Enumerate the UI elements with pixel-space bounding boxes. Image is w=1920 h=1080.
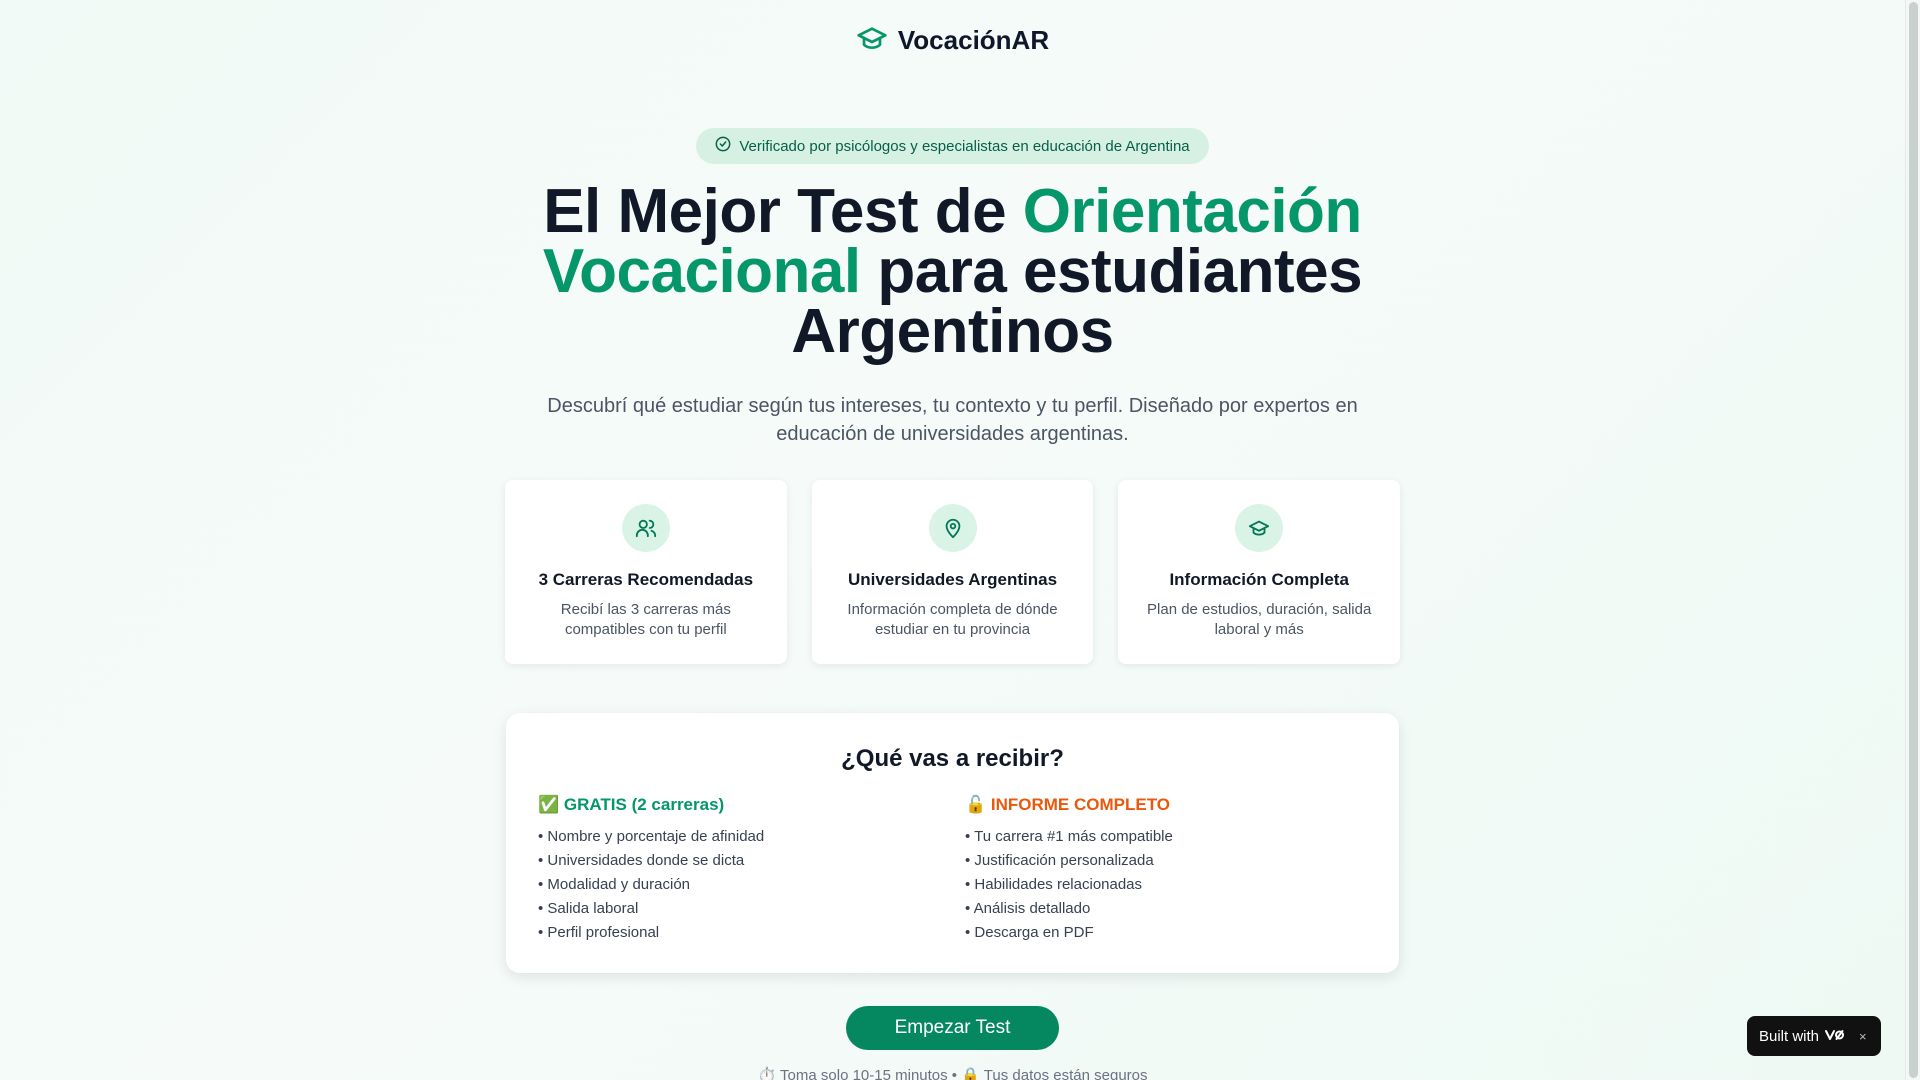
brand-name[interactable]: VocaciónAR [898, 25, 1049, 56]
users-icon [621, 504, 670, 552]
what-you-get-title: ¿Qué vas a recibir? [841, 745, 1064, 772]
page-scrollbar[interactable] [1905, 0, 1920, 1080]
close-icon[interactable]: × [1859, 1029, 1867, 1044]
hero-accent-1: Orientación [1022, 177, 1363, 246]
list-item: • Modalidad y duración [538, 876, 691, 893]
built-with-label: Built with [1759, 1027, 1820, 1045]
builder-logo-icon [1825, 1028, 1845, 1045]
feature-description: Recibí las 3 carreras más compatibles co… [560, 601, 731, 638]
hero-title: El Mejor Test de Orientación Vocacional … [0, 181, 1905, 363]
built-with-badge[interactable]: Built with × [1747, 1016, 1881, 1056]
list-item: • Análisis detallado [965, 900, 1091, 917]
full-report-column: 🔓 INFORME COMPLETO • Tu carrera #1 más c… [965, 795, 1365, 945]
list-item: • Justificación personalizada [965, 852, 1154, 869]
feature-title: Universidades Argentinas [847, 570, 1058, 589]
what-you-get-card: ¿Qué vas a recibir? ✅ GRATIS (2 carreras… [506, 713, 1399, 973]
feature-description: Información completa de dónde estudiar e… [847, 601, 1058, 638]
verified-badge: Verificado por psicólogos y especialista… [696, 128, 1209, 164]
hero-accent-2: Vocacional [542, 237, 861, 306]
check-circle-icon [715, 136, 731, 156]
feature-cards: 3 Carreras Recomendadas Recibí las 3 car… [505, 480, 1401, 664]
list-item: • Tu carrera #1 más compatible [965, 828, 1173, 845]
list-item: • Salida laboral [538, 900, 639, 917]
free-column: ✅ GRATIS (2 carreras) • Nombre y porcent… [538, 795, 938, 945]
feature-card-information: Información Completa Plan de estudios, d… [1118, 480, 1401, 664]
feature-title: 3 Carreras Recomendadas [538, 570, 754, 589]
list-item: • Nombre y porcentaje de afinidad [538, 828, 765, 845]
hero-part-1: El Mejor Test de [543, 177, 1023, 246]
hero-part-2: para estudiantes [860, 237, 1363, 306]
feature-card-careers: 3 Carreras Recomendadas Recibí las 3 car… [505, 480, 787, 664]
feature-title: Información Completa [1169, 570, 1349, 589]
graduation-cap-icon [856, 22, 888, 59]
full-report-list: • Tu carrera #1 más compatible • Justifi… [965, 825, 1365, 945]
list-item: • Habilidades relacionadas [965, 876, 1143, 893]
scrollbar-thumb[interactable] [1909, 2, 1918, 1078]
list-item: • Universidades donde se dicta [538, 852, 745, 869]
list-item: • Perfil profesional [538, 924, 660, 941]
free-heading: ✅ GRATIS (2 carreras) [538, 795, 725, 814]
map-pin-icon [928, 504, 977, 552]
test-footnote: ⏱️ Toma solo 10-15 minutos • 🔒 Tus datos… [757, 1067, 1148, 1080]
feature-description: Plan de estudios, duración, salida labor… [1147, 601, 1372, 638]
graduation-cap-icon [1235, 504, 1284, 552]
hero-part-3: Argentinos [791, 297, 1114, 366]
full-report-heading: 🔓 INFORME COMPLETO [965, 795, 1171, 814]
free-list: • Nombre y porcentaje de afinidad • Univ… [538, 825, 938, 945]
verified-badge-text: Verificado por psicólogos y especialista… [739, 137, 1190, 155]
feature-card-universities: Universidades Argentinas Información com… [811, 480, 1094, 664]
list-item: • Descarga en PDF [965, 924, 1094, 941]
hero-subtitle: Descubrí qué estudiar según tus interese… [547, 395, 1358, 445]
start-test-button[interactable]: Empezar Test [846, 1006, 1059, 1050]
site-header: VocaciónAR [0, 22, 1905, 59]
